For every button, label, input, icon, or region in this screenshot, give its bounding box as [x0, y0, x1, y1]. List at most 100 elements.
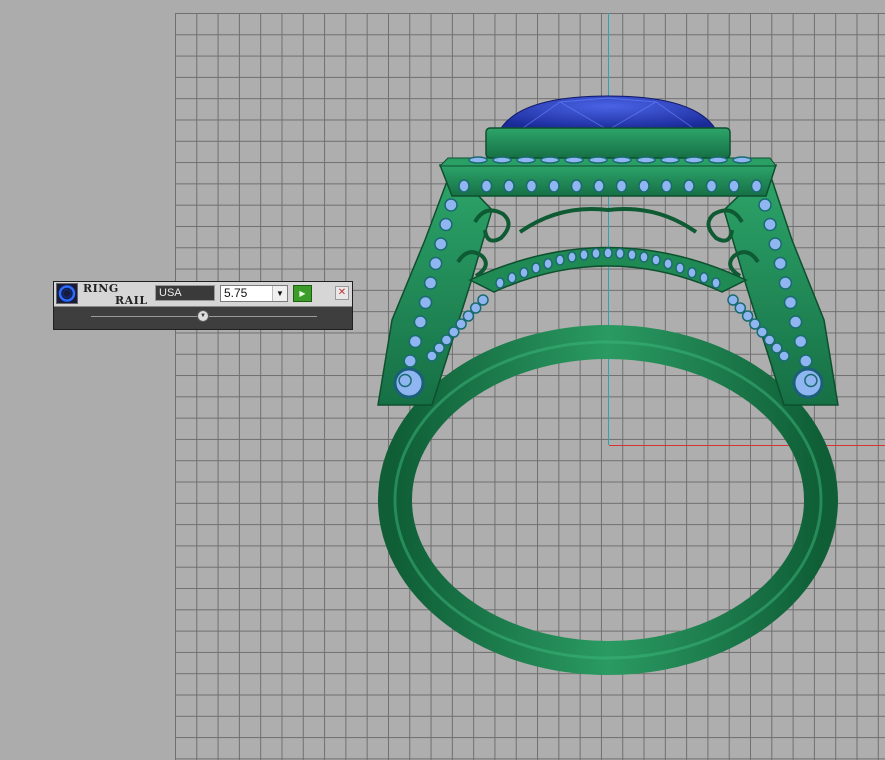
side-stone — [711, 277, 721, 289]
ring-size-dropdown[interactable]: 5.75 ▼ — [220, 285, 288, 302]
side-stone — [428, 256, 443, 271]
slider-handle-icon[interactable]: ▼ — [197, 310, 209, 322]
ring-rail-icon[interactable] — [56, 283, 78, 304]
side-stone — [660, 179, 673, 193]
halo-plate — [438, 164, 778, 197]
side-stone — [570, 179, 583, 193]
side-stone — [516, 156, 536, 164]
side-stone — [398, 373, 412, 388]
side-stone — [778, 350, 790, 362]
side-stone — [492, 156, 512, 164]
side-stone — [675, 262, 685, 274]
side-stone — [615, 247, 625, 260]
side-stone — [418, 295, 433, 310]
side-stone — [663, 257, 673, 270]
side-stone — [699, 272, 709, 284]
side-stone — [403, 354, 417, 368]
ring-rail-panel: RING RAIL USA 5.75 ▼ ▶ ✕ ▼ — [53, 281, 353, 330]
side-stone — [627, 249, 637, 261]
side-stone — [440, 334, 453, 346]
side-stone — [548, 179, 560, 193]
side-stone — [728, 179, 740, 193]
side-stone — [793, 334, 808, 349]
side-stone — [525, 179, 538, 193]
side-stone — [593, 179, 605, 193]
side-stone — [519, 266, 529, 279]
side-stone — [687, 266, 697, 279]
side-stone — [458, 179, 470, 193]
side-stone — [638, 179, 650, 193]
side-stone — [531, 262, 541, 274]
side-stone — [749, 318, 761, 330]
side-stone — [588, 156, 608, 164]
side-stone — [763, 334, 776, 346]
side-stone — [603, 247, 613, 259]
side-stone — [741, 310, 754, 322]
side-stone — [591, 247, 601, 260]
bezel — [485, 127, 731, 159]
side-stone — [503, 179, 515, 193]
side-stone — [444, 198, 458, 212]
side-stone — [778, 276, 793, 290]
side-stone — [477, 294, 489, 306]
side-stone — [732, 156, 752, 164]
side-stone — [727, 294, 739, 306]
center-gem — [499, 95, 717, 131]
side-stone — [651, 254, 661, 266]
side-stone — [615, 179, 628, 193]
side-stone — [439, 217, 453, 232]
side-stone — [768, 237, 782, 251]
side-stone — [684, 156, 704, 164]
side-stone — [433, 342, 445, 354]
side-stone — [426, 350, 438, 362]
side-stone — [756, 326, 768, 338]
side-stone — [758, 198, 772, 212]
viewport-3d[interactable] — [0, 0, 885, 760]
size-standard-field[interactable]: USA — [155, 285, 215, 301]
play-icon: ▶ — [299, 289, 306, 298]
side-stone — [543, 257, 553, 270]
side-stone — [636, 156, 656, 164]
ring-shank — [378, 325, 838, 675]
side-stone — [455, 318, 467, 330]
side-stone — [799, 354, 813, 368]
side-stone — [773, 256, 788, 271]
side-stone — [639, 251, 649, 263]
side-stone — [750, 179, 763, 193]
side-stone — [408, 334, 423, 349]
side-stone — [462, 310, 475, 322]
close-button[interactable]: ✕ — [335, 286, 349, 300]
chevron-down-icon[interactable]: ▼ — [272, 286, 287, 301]
side-stone — [507, 272, 517, 284]
side-stone — [423, 276, 438, 290]
side-stone — [771, 342, 783, 354]
side-stone — [469, 302, 482, 314]
side-stone — [660, 156, 680, 164]
side-stone — [555, 254, 565, 266]
side-stone — [708, 156, 728, 164]
side-stone — [683, 179, 695, 193]
side-stone — [734, 302, 747, 314]
ring-size-value: 5.75 — [224, 286, 248, 300]
side-stone — [480, 179, 493, 193]
side-stone — [540, 156, 560, 164]
close-icon: ✕ — [337, 287, 347, 298]
side-stone — [434, 237, 448, 251]
panel-header: RING RAIL USA 5.75 ▼ ▶ ✕ — [54, 282, 352, 307]
side-stone — [705, 179, 718, 193]
filigree-center — [518, 206, 698, 234]
side-stone — [612, 156, 632, 164]
side-stone — [763, 217, 777, 232]
panel-title-line1: RING — [83, 282, 119, 295]
panel-title-line2: RAIL — [115, 294, 148, 307]
side-stone — [804, 373, 818, 388]
side-stone — [448, 326, 460, 338]
side-stone — [468, 156, 488, 164]
apply-button[interactable]: ▶ — [293, 285, 312, 302]
side-stone — [564, 156, 584, 164]
side-stone — [413, 315, 428, 329]
side-stone — [495, 277, 505, 289]
side-stone — [783, 295, 798, 310]
side-stone — [567, 251, 577, 263]
ring-model[interactable] — [0, 0, 885, 760]
